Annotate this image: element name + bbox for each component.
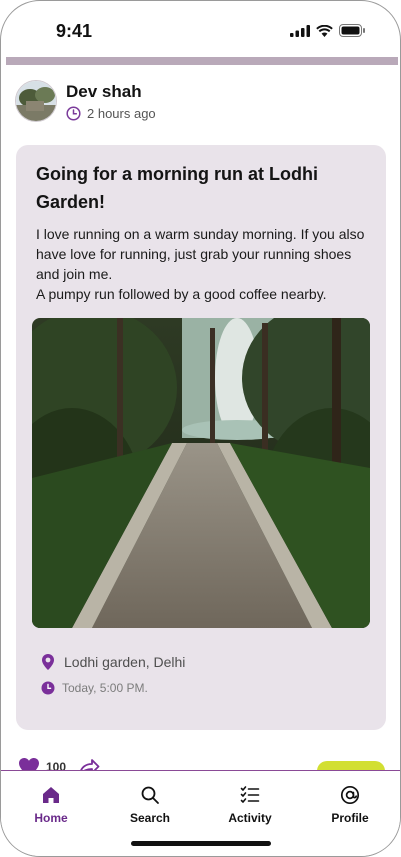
post-card[interactable]: Going for a morning run at Lodhi Garden!…: [16, 145, 386, 730]
posted-ago: 2 hours ago: [87, 106, 156, 121]
tab-label: Profile: [331, 811, 369, 825]
post-title: Going for a morning run at Lodhi Garden!: [36, 164, 318, 212]
battery-icon: [339, 24, 365, 37]
checklist-icon: [240, 786, 260, 803]
status-time: 9:41: [56, 21, 93, 41]
tab-home[interactable]: Home: [11, 785, 91, 825]
status-bar: 9:41: [1, 1, 400, 57]
posted-time-row: 2 hours ago: [66, 106, 156, 121]
home-indicator: [131, 841, 271, 846]
post-body: I love running on a warm sunday morning.…: [36, 224, 371, 304]
clock-icon: [66, 106, 81, 121]
location-row[interactable]: Lodhi garden, Delhi: [41, 653, 185, 671]
wifi-icon: [316, 24, 333, 37]
post-header: Dev shah 2 hours ago: [15, 80, 385, 124]
avatar[interactable]: [15, 80, 57, 122]
clock-filled-icon: [41, 681, 55, 695]
tab-label: Home: [34, 811, 68, 825]
header-divider: [6, 57, 398, 65]
tab-label: Activity: [228, 811, 272, 825]
post-body-line: I love running on a warm sunday morning.…: [36, 226, 365, 282]
phone-frame: 9:41 Dev shah 2 hours ago Going for a mo…: [0, 0, 401, 857]
author-name[interactable]: Dev shah: [66, 82, 142, 102]
map-pin-icon: [42, 654, 54, 670]
tab-search[interactable]: Search: [110, 785, 190, 825]
event-time-text: Today, 5:00 PM.: [62, 681, 148, 695]
tab-label: Search: [129, 811, 171, 825]
at-sign-icon: [340, 785, 360, 805]
signal-icon: [290, 24, 310, 37]
tab-activity[interactable]: Activity: [210, 785, 290, 825]
post-body-line: A pumpy run followed by a good coffee ne…: [36, 286, 327, 302]
home-icon: [43, 787, 59, 803]
search-icon: [141, 786, 159, 804]
event-time-row: Today, 5:00 PM.: [41, 681, 148, 695]
status-icons: [290, 24, 366, 37]
post-photo[interactable]: [32, 318, 370, 628]
tab-profile[interactable]: Profile: [310, 785, 390, 825]
location-text: Lodhi garden, Delhi: [64, 654, 186, 670]
